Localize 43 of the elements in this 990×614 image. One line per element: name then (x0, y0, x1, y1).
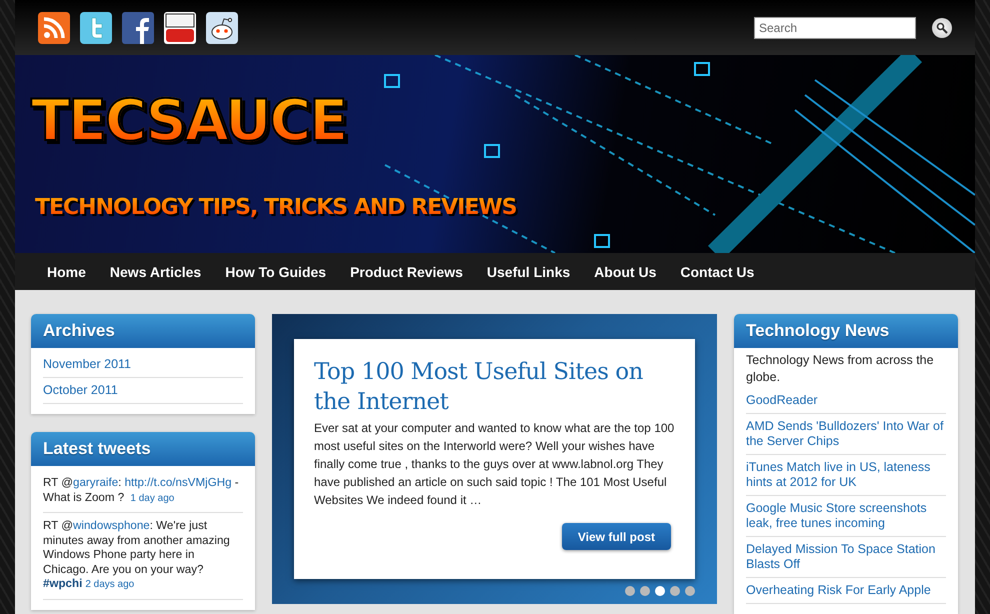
widget-header: Latest tweets (31, 432, 255, 466)
news-link[interactable]: iTunes Match live in US, lateness hints at 2012 for UK (746, 455, 946, 496)
news-link[interactable]: Overheating Risk For Early Apple (746, 578, 946, 604)
archive-link[interactable]: November 2011 (43, 352, 243, 378)
nav-link[interactable]: Product Reviews (338, 264, 475, 280)
slide-dot[interactable] (655, 586, 665, 596)
nav-link[interactable]: Home (35, 264, 98, 280)
news-link[interactable]: GoodReader (746, 388, 946, 414)
nav-link[interactable]: Contact Us (668, 264, 766, 280)
tweet-time-link[interactable]: 1 day ago (130, 492, 174, 504)
archive-link[interactable]: October 2011 (43, 378, 243, 404)
hashtag-link[interactable]: #wpchi (43, 577, 82, 590)
bird-icon[interactable] (80, 12, 112, 44)
search-button[interactable] (932, 18, 952, 38)
news-link[interactable]: AMD Sends 'Bulldozers' Into War of the Server Chips (746, 414, 946, 455)
tweet-text: RT @windowsphone: We're just minutes away from another amazing Windows Phone party here in Chicago. Are you on your way? #wpchi 2 days ago (43, 513, 243, 600)
widget-intro: Technology News from across the globe. (746, 352, 935, 386)
widget-header: Technology News (734, 314, 958, 348)
tweet-time-link[interactable]: 2 days ago (85, 579, 134, 590)
alien-icon[interactable] (206, 12, 238, 44)
widget-header: Archives (31, 314, 255, 348)
tweet-text: RT @garyraife: http://t.co/nsVMjGHg - What is Zoom ? 1 day ago (43, 470, 243, 513)
search-icon (936, 22, 948, 34)
slide-dot[interactable] (625, 586, 635, 596)
view-post-button[interactable]: View full post (562, 523, 671, 550)
f-letter-icon[interactable] (122, 12, 154, 44)
slide-dot[interactable] (670, 586, 680, 596)
nav-link[interactable]: About Us (582, 264, 668, 280)
tweet-link[interactable]: windowsphone (73, 519, 150, 532)
nav-link[interactable]: News Articles (98, 264, 214, 280)
slide-dot[interactable] (685, 586, 695, 596)
tweet-link[interactable]: garyraife (73, 476, 118, 489)
news-link[interactable]: Delayed Mission To Space Station Blasts Off (746, 537, 946, 578)
search-field[interactable]: Search (754, 16, 916, 38)
slide-dot[interactable] (640, 586, 650, 596)
post-title-link[interactable]: Top 100 Most Useful Sites on the Internet (314, 357, 675, 417)
news-link[interactable]: Google Music Store screenshots leak, free tunes incoming (746, 496, 946, 537)
nav-link[interactable]: How To Guides (213, 264, 338, 280)
video-logo-icon[interactable] (164, 12, 196, 44)
post-excerpt: Ever sat at your computer and wanted to know what are the top 100 most useful sites on the Interworld were? Well your wishes have finally come true , thanks to the guys over at www.labnol.org They have published an article on such said topic ! The 101 Most Useful Websites We indeed found it … (314, 420, 675, 509)
tweet-link[interactable]: http://t.co/nsVMjGHg (124, 476, 232, 489)
rss-icon[interactable] (38, 12, 70, 44)
nav-link[interactable]: Useful Links (474, 264, 582, 280)
